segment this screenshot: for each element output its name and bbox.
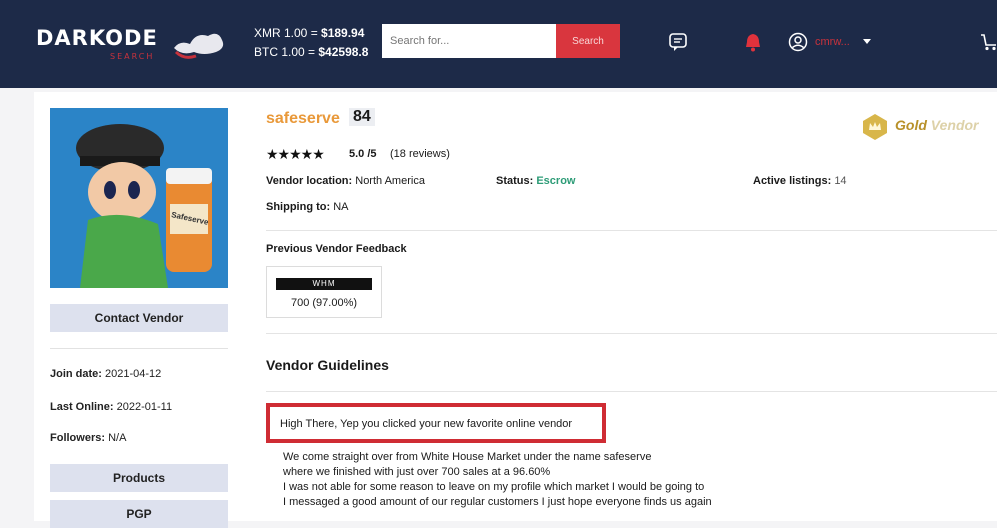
rating-value: 5.0 /5: [349, 148, 377, 160]
sidebar-divider: [50, 348, 228, 349]
vendor-avatar: Safeserve: [50, 108, 228, 288]
vendor-score: 84: [349, 108, 375, 126]
site-logo[interactable]: DARKODE: [36, 26, 158, 50]
search-button[interactable]: Search: [556, 24, 620, 58]
btc-rate: BTC 1.00 = $42598.8: [254, 45, 369, 59]
top-navbar: DARKODE SEARCH XMR 1.00 = $189.94 BTC 1.…: [0, 0, 997, 88]
vendor-status: Status: Escrow: [496, 175, 576, 187]
user-icon[interactable]: [788, 32, 808, 52]
shipping-to: Shipping to: NA: [266, 201, 349, 213]
chat-icon[interactable]: [668, 32, 688, 52]
site-logo-subtext: SEARCH: [110, 52, 155, 61]
contact-vendor-button[interactable]: Contact Vendor: [50, 304, 228, 332]
active-listings: Active listings: 14: [753, 175, 847, 187]
vendor-location: Vendor location: North America: [266, 175, 425, 187]
join-date: Join date: 2021-04-12: [50, 368, 162, 380]
rating-stars-icon: ★★★★★: [266, 146, 325, 162]
market-logo: WHM: [276, 278, 372, 290]
guidelines-line: I messaged a good amount of our regular …: [283, 496, 712, 508]
user-name[interactable]: cmrw...: [815, 36, 850, 48]
section-divider: [266, 391, 997, 392]
feedback-title: Previous Vendor Feedback: [266, 243, 407, 255]
gold-badge-icon: [863, 114, 887, 140]
guidelines-line: We come straight over from White House M…: [283, 451, 652, 463]
followers: Followers: N/A: [50, 432, 127, 444]
last-online: Last Online: 2022-01-11: [50, 401, 173, 413]
section-divider: [266, 333, 997, 334]
feedback-card[interactable]: WHM 700 (97.00%): [266, 266, 382, 318]
logo-emblem-icon: [174, 33, 224, 59]
gold-vendor-label: Gold Vendor: [895, 117, 979, 133]
guidelines-line: I was not able for some reason to leave …: [283, 481, 705, 493]
bell-icon[interactable]: [744, 32, 762, 52]
guidelines-highlight-text: High There, Yep you clicked your new fav…: [280, 418, 573, 430]
search-input[interactable]: [382, 24, 556, 58]
crypto-rates: XMR 1.00 = $189.94 BTC 1.00 = $42598.8: [254, 24, 368, 62]
pgp-button[interactable]: PGP: [50, 500, 228, 528]
chevron-down-icon[interactable]: [862, 38, 872, 46]
guidelines-line: where we finished with just over 700 sal…: [283, 466, 551, 478]
guidelines-title: Vendor Guidelines: [266, 357, 389, 373]
vendor-name: safeserve: [266, 110, 340, 127]
products-button[interactable]: Products: [50, 464, 228, 492]
section-divider: [266, 230, 997, 231]
guidelines-body: We come straight over from White House M…: [283, 450, 712, 510]
reviews-count[interactable]: (18 reviews): [390, 148, 450, 160]
feedback-value: 700 (97.00%): [290, 297, 358, 309]
xmr-rate: XMR 1.00 = $189.94: [254, 26, 365, 40]
cart-icon[interactable]: [980, 32, 997, 52]
